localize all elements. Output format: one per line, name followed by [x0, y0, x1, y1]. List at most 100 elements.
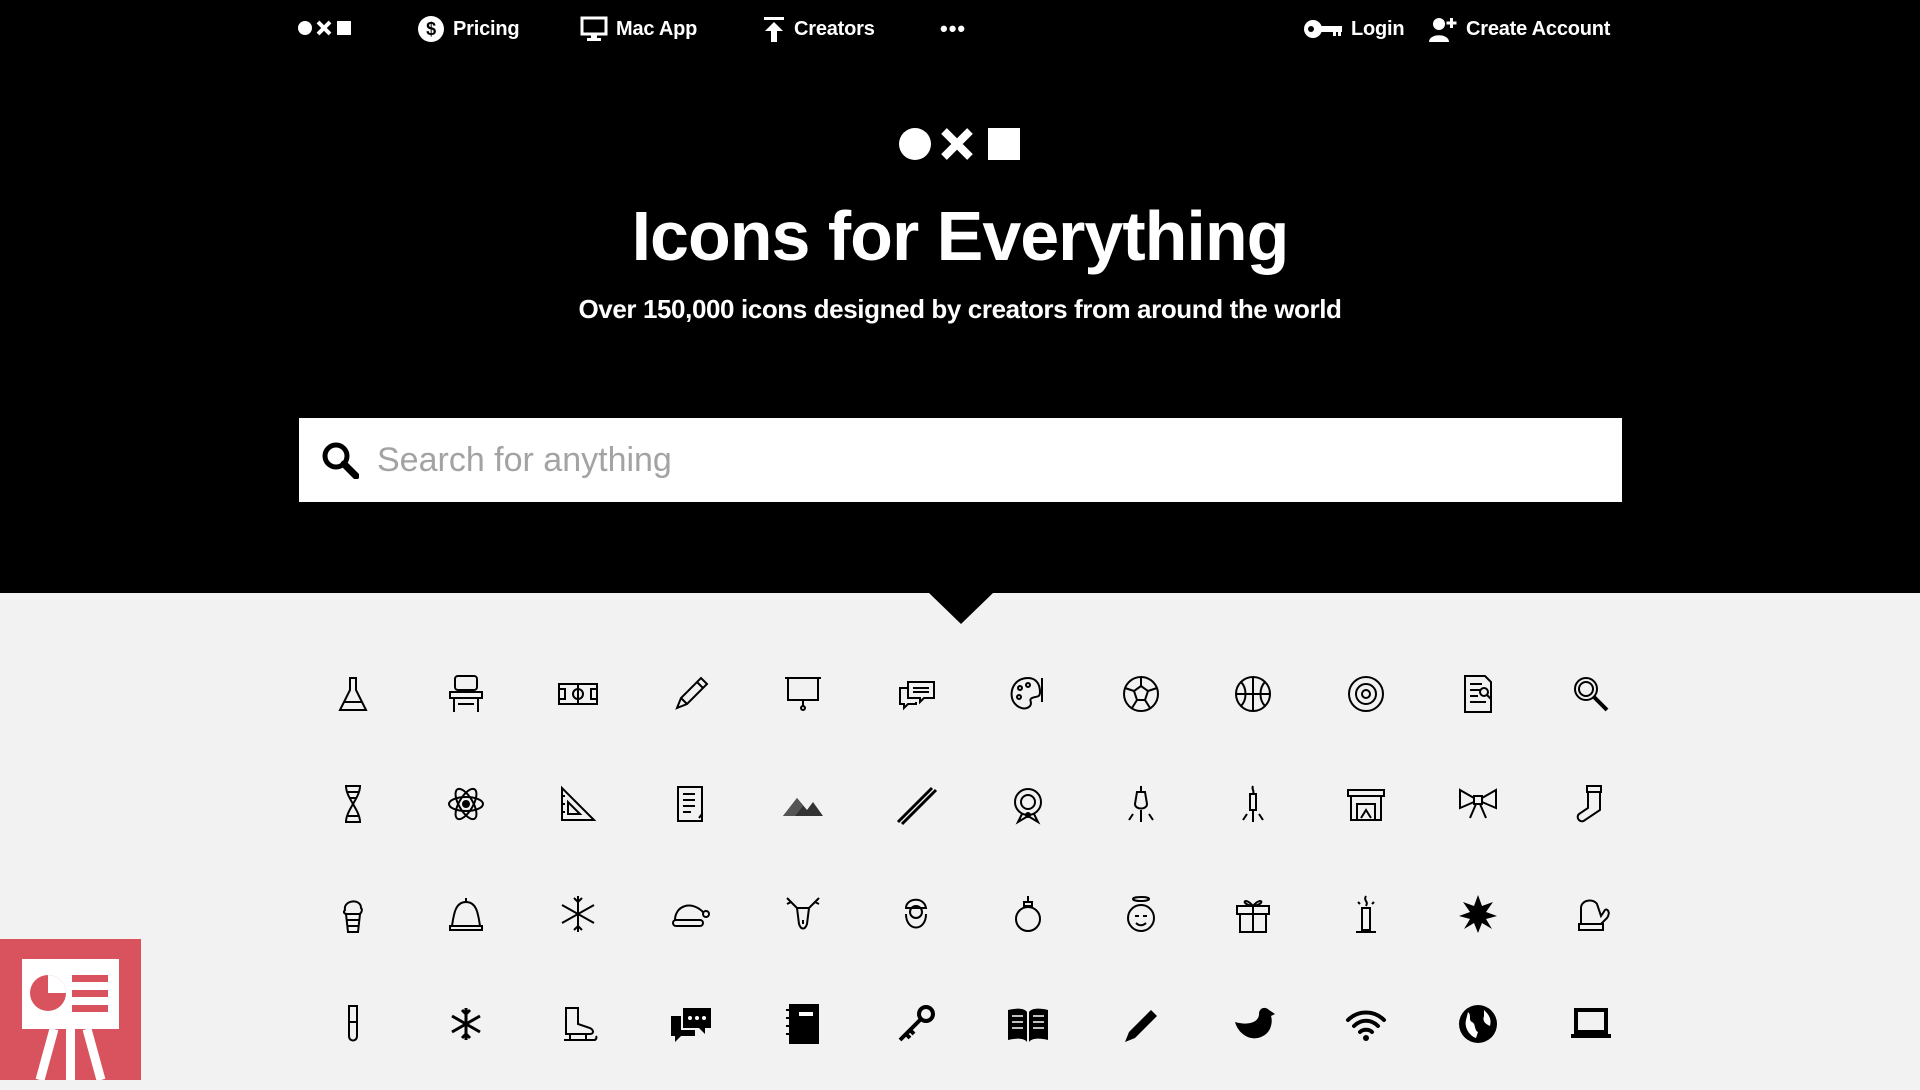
icon-tile[interactable]: [1197, 870, 1310, 980]
icon-tile[interactable]: [747, 760, 860, 870]
magnifier-icon: [1573, 677, 1609, 712]
icon-tile[interactable]: [410, 980, 523, 1090]
nav-mac-app[interactable]: Mac App: [580, 14, 697, 44]
svg-text:$: $: [426, 19, 436, 39]
dna-icon: [345, 785, 362, 823]
icon-tile[interactable]: [860, 870, 973, 980]
page-title: Icons for Everything: [631, 197, 1290, 275]
wifi-icon: [1345, 1010, 1386, 1041]
ornament-icon: [1015, 896, 1042, 932]
santa-hat-icon: [671, 904, 710, 927]
christmas-wreath-icon: [1014, 788, 1043, 825]
icon-tile[interactable]: [635, 650, 748, 760]
flask-icon: [338, 677, 368, 711]
icon-tile[interactable]: [860, 760, 973, 870]
icon-tile[interactable]: [1535, 980, 1648, 1090]
ruler-icon: [896, 786, 937, 826]
icon-tile[interactable]: [1310, 870, 1423, 980]
soccer-field-icon: [558, 683, 599, 705]
document-search-icon: [1464, 675, 1493, 713]
open-book-icon: [1008, 1008, 1049, 1042]
icon-tile[interactable]: [1422, 980, 1535, 1090]
bow-icon: [1459, 788, 1498, 819]
hero: $ Pricing Mac App Creators ••• Login Cre…: [0, 0, 1920, 593]
school-desk-icon: [448, 675, 483, 712]
nav-more-button[interactable]: •••: [940, 14, 966, 44]
icon-tile[interactable]: [1422, 870, 1535, 980]
icon-tile[interactable]: [747, 870, 860, 980]
dollar-icon: $: [418, 16, 444, 42]
icon-tile[interactable]: [1310, 980, 1423, 1090]
bell-icon: [448, 898, 483, 931]
icon-tile[interactable]: [860, 980, 973, 1090]
angel-icon: [1126, 896, 1155, 932]
icon-tile[interactable]: [522, 760, 635, 870]
icon-tile[interactable]: [410, 870, 523, 980]
candle-icon: [1242, 785, 1265, 822]
icon-tile[interactable]: [1422, 760, 1535, 870]
chat-solid-icon: [670, 1008, 711, 1042]
icon-tile[interactable]: [1085, 650, 1198, 760]
brand-logo[interactable]: [297, 18, 357, 38]
icon-tile[interactable]: [747, 650, 860, 760]
icon-tile[interactable]: [972, 760, 1085, 870]
icon-tile[interactable]: [860, 650, 973, 760]
icon-tile[interactable]: [1085, 870, 1198, 980]
ice-skate-icon: [564, 1007, 598, 1041]
nav-pricing[interactable]: $ Pricing: [417, 14, 520, 44]
presentation-board-icon: [22, 959, 119, 1082]
icon-tile[interactable]: [1535, 650, 1648, 760]
icon-tile[interactable]: [297, 870, 410, 980]
icon-tile[interactable]: [747, 980, 860, 1090]
santa-icon: [904, 898, 927, 929]
search-input[interactable]: [375, 439, 1579, 481]
pencil-icon: [674, 676, 709, 710]
search-bar[interactable]: [299, 418, 1622, 502]
icon-tile[interactable]: [1197, 760, 1310, 870]
icon-tile[interactable]: [1197, 980, 1310, 1090]
icon-tile[interactable]: [972, 980, 1085, 1090]
add-user-icon: [1429, 18, 1457, 42]
icon-tile[interactable]: [522, 980, 635, 1090]
nav-create-account[interactable]: Create Account: [1428, 14, 1610, 44]
icon-tile[interactable]: [1535, 760, 1648, 870]
icon-tile[interactable]: [972, 650, 1085, 760]
icon-tile[interactable]: [410, 650, 523, 760]
icon-tile[interactable]: [1197, 650, 1310, 760]
icon-tile[interactable]: [522, 650, 635, 760]
icon-tile[interactable]: [522, 870, 635, 980]
stocking-icon: [1576, 785, 1602, 823]
page-subtitle: Over 150,000 icons designed by creators …: [578, 294, 1342, 324]
mountains-icon: [783, 798, 824, 816]
icon-tile[interactable]: [972, 870, 1085, 980]
icon-tile[interactable]: [297, 760, 410, 870]
fireplace-icon: [1346, 789, 1385, 821]
icon-tile[interactable]: [1085, 760, 1198, 870]
search-icon: [322, 442, 359, 479]
atom-icon: [447, 787, 484, 821]
icon-tile[interactable]: [1535, 870, 1648, 980]
icon-tile[interactable]: [1085, 980, 1198, 1090]
presentation-badge[interactable]: [0, 939, 141, 1082]
nav-creators[interactable]: Creators: [762, 14, 875, 44]
icon-tile[interactable]: [297, 650, 410, 760]
icon-tile[interactable]: [1310, 650, 1423, 760]
reindeer-icon: [786, 897, 820, 930]
icon-tile[interactable]: [1310, 760, 1423, 870]
more-label: •••: [940, 16, 967, 41]
icon-tile[interactable]: [635, 870, 748, 980]
notepad-icon: [676, 786, 703, 822]
key-icon: [898, 1005, 935, 1042]
gift-icon: [1236, 900, 1271, 933]
top-nav: $ Pricing Mac App Creators ••• Login Cre…: [0, 0, 1920, 58]
icon-tile[interactable]: [410, 760, 523, 870]
icon-tile[interactable]: [297, 980, 410, 1090]
nav-login[interactable]: Login: [1303, 14, 1405, 44]
target-ring-icon: [1347, 676, 1384, 712]
nav-creators-label: Creators: [794, 17, 875, 40]
icon-tile[interactable]: [635, 980, 748, 1090]
icon-tile[interactable]: [1422, 650, 1535, 760]
icon-tile[interactable]: [635, 760, 748, 870]
nav-pricing-label: Pricing: [453, 17, 520, 40]
snowflake-solid-icon: [1459, 895, 1498, 933]
